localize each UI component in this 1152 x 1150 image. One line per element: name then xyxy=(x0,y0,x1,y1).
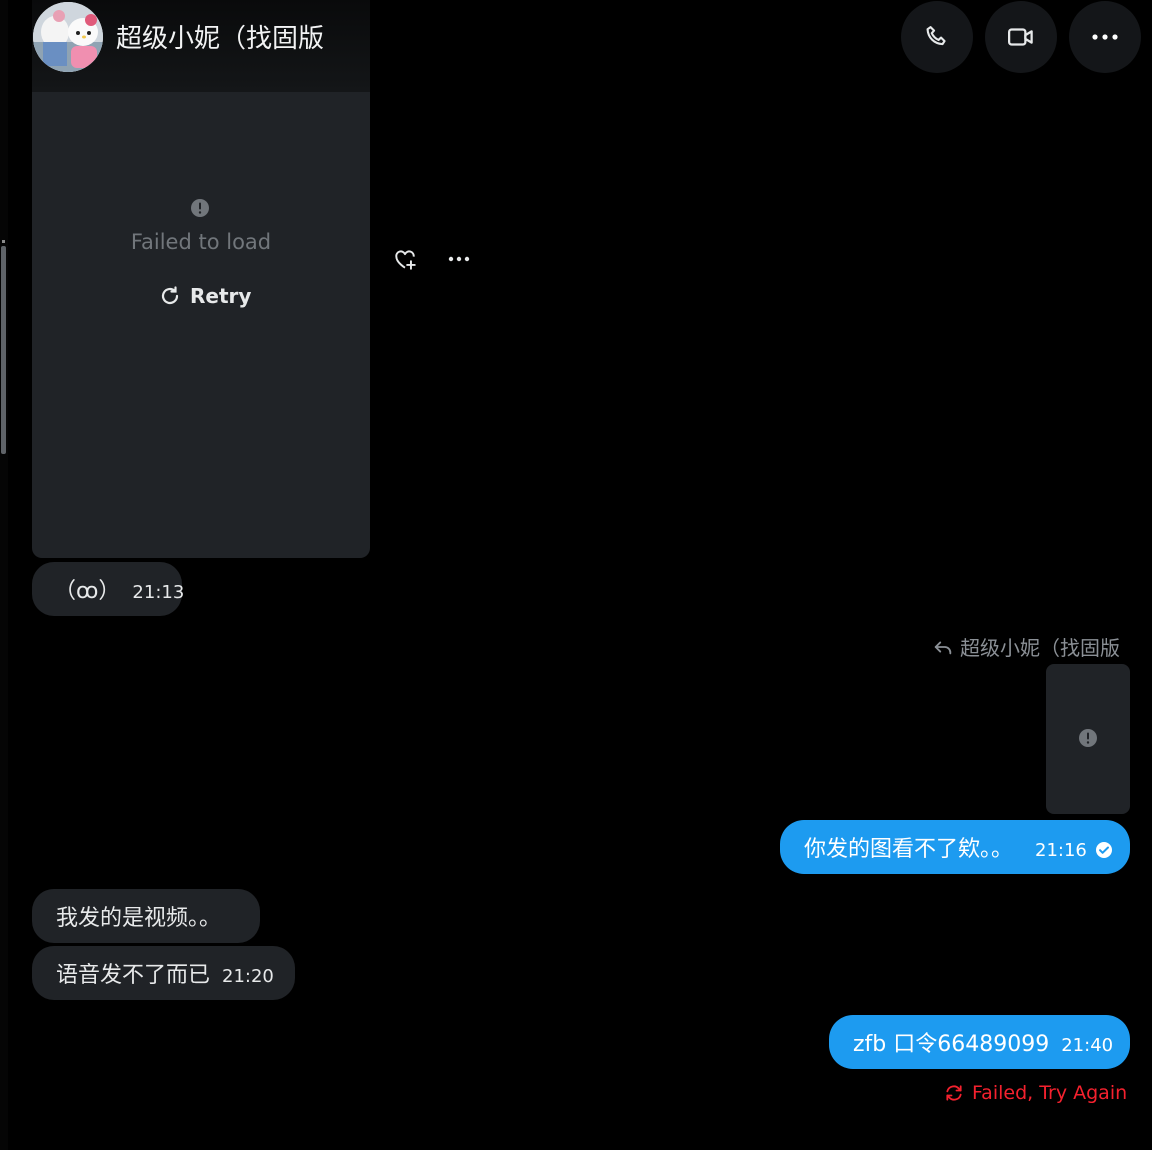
message-bubble-sent[interactable]: zfb 口令66489099 21:40 xyxy=(829,1015,1130,1069)
more-options-button[interactable] xyxy=(1069,1,1141,73)
scrollbar[interactable] xyxy=(0,0,8,1150)
avatar[interactable] xyxy=(33,2,103,72)
alert-circle-icon xyxy=(1079,729,1097,747)
message-text: zfb 口令66489099 xyxy=(853,1032,1050,1057)
video-call-button[interactable] xyxy=(985,1,1057,73)
failed-to-load-text: Failed to load xyxy=(130,230,272,254)
message-actions xyxy=(392,246,470,272)
alert-circle-icon xyxy=(191,199,209,217)
message-time: 21:40 xyxy=(1061,1034,1114,1056)
contact-name[interactable]: 超级小妮（找固版 xyxy=(116,18,324,55)
message-bubble-received[interactable]: 我发的是视频。。 xyxy=(32,889,260,943)
message-text: 你发的图看不了欸。。 xyxy=(804,837,1014,862)
more-icon xyxy=(1092,34,1118,40)
media-placeholder xyxy=(32,92,370,558)
read-check-icon xyxy=(1095,842,1112,858)
message-bubble-sent[interactable]: 你发的图看不了欸。。 21:16 xyxy=(780,820,1130,874)
refresh-icon xyxy=(161,286,179,305)
phone-icon xyxy=(926,26,946,46)
message-more-icon[interactable] xyxy=(448,256,470,262)
add-reaction-icon[interactable] xyxy=(392,246,418,272)
retry-icon xyxy=(946,1085,962,1101)
reply-reference[interactable]: 超级小妮（找固版 xyxy=(932,632,1120,661)
message-bubble-received[interactable]: 语音发不了而已 21:20 xyxy=(32,946,295,1000)
message-time: 21:16 xyxy=(1035,839,1087,861)
scrollbar-arrow[interactable] xyxy=(2,240,5,243)
retry-label: Retry xyxy=(190,284,252,308)
send-failed-text: Failed, Try Again xyxy=(972,1082,1128,1104)
message-text: 我发的是视频。。 xyxy=(56,906,222,931)
sent-media-placeholder[interactable] xyxy=(1046,664,1130,814)
video-call-icon xyxy=(1008,28,1033,46)
scrollbar-thumb[interactable] xyxy=(1,246,6,454)
message-bubble-received[interactable]: （ꝏ） 21:13 xyxy=(32,562,185,616)
dm-conversation: 超级小妮（找固版 Failed to load Retry （ꝏ） 21:13 … xyxy=(0,0,1152,1150)
call-button[interactable] xyxy=(901,1,973,73)
send-failed-retry[interactable]: Failed, Try Again xyxy=(944,1082,1127,1104)
retry-button[interactable]: Retry xyxy=(158,284,251,308)
message-time: 21:13 xyxy=(132,581,185,603)
reply-arrow-icon xyxy=(934,641,952,654)
message-text: 语音发不了而已 xyxy=(56,963,211,988)
message-text: （ꝏ） xyxy=(54,579,121,604)
message-time: 21:20 xyxy=(222,965,274,987)
reply-to-name: 超级小妮（找固版 xyxy=(960,636,1120,660)
